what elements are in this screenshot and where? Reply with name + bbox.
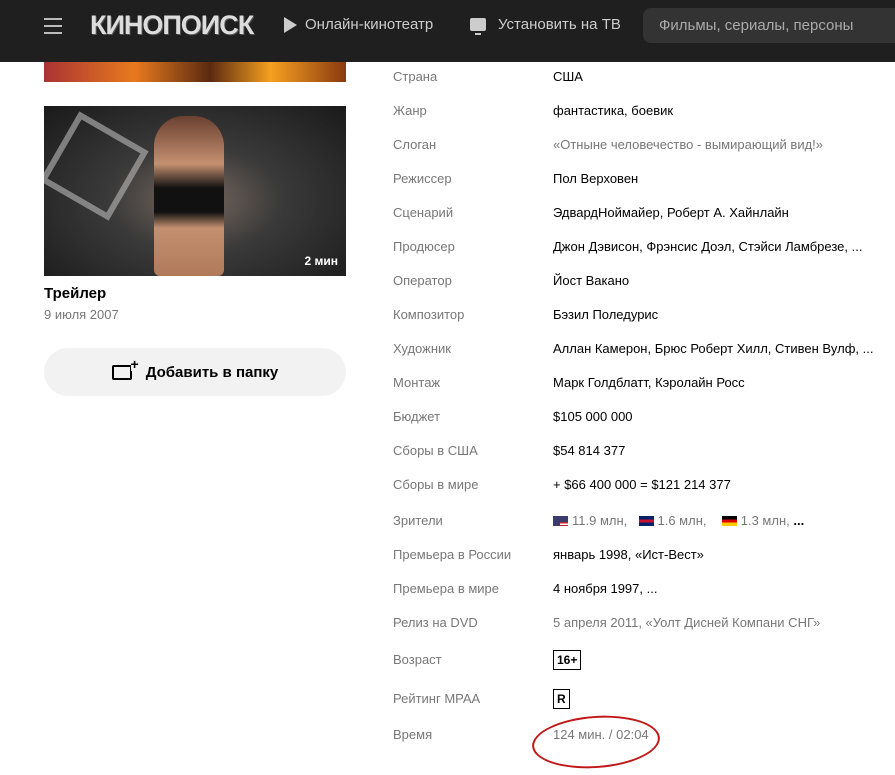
detail-label: Жанр — [393, 103, 427, 118]
detail-label: Бюджет — [393, 409, 441, 424]
detail-label: Страна — [393, 69, 438, 84]
nav-label: Онлайн-кинотеатр — [305, 16, 434, 33]
detail-value[interactable]: $105 000 000 — [553, 407, 633, 427]
detail-row: Премьера в мире 4 ноября 1997, ... — [393, 579, 895, 599]
detail-row: Релиз на DVD 5 апреля 2011, «Уолт Дисней … — [393, 613, 895, 633]
detail-label: Слоган — [393, 137, 437, 152]
detail-label: Художник — [393, 341, 451, 356]
detail-label: Время — [393, 727, 433, 742]
detail-value[interactable]: фантастика, боевик — [553, 101, 673, 121]
detail-row-age: Возраст 16+ — [393, 650, 895, 670]
detail-value: 5 апреля 2011, «Уолт Дисней Компани СНГ» — [553, 615, 821, 630]
detail-row: Режиссер Пол Верховен — [393, 169, 895, 189]
detail-value[interactable]: США — [553, 67, 583, 87]
viewers-value: 1.6 млн, — [657, 513, 707, 528]
detail-label: Премьера в мире — [393, 581, 499, 596]
us-flag-icon — [553, 516, 568, 526]
viewers-value: 11.9 млн, — [572, 513, 628, 528]
header: КИНОПОИСК Онлайн-кинотеатр Установить на… — [0, 0, 895, 62]
detail-row: Композитор Бэзил Поледурис — [393, 305, 895, 325]
detail-value[interactable]: Пол Верховен — [553, 169, 638, 189]
trailer-thumbnail[interactable]: 2 мин — [44, 106, 346, 276]
detail-value[interactable]: ЭдвардНоймайер, Роберт А. Хайнлайн — [553, 203, 789, 223]
detail-label: Сценарий — [393, 205, 454, 220]
play-icon — [284, 16, 297, 33]
detail-label: Сборы в мире — [393, 477, 479, 492]
poster-image[interactable] — [44, 62, 346, 82]
menu-icon[interactable] — [44, 18, 62, 34]
nav-online-cinema[interactable]: Онлайн-кинотеатр — [284, 16, 433, 33]
trailer-title[interactable]: Трейлер — [44, 285, 106, 302]
nav-install-tv[interactable]: Установить на ТВ — [470, 16, 621, 35]
detail-label: Релиз на DVD — [393, 615, 478, 630]
nav-label: Установить на ТВ — [498, 16, 621, 33]
detail-row-viewers: Зрители 11.9 млн, 1.6 млн, 1.3 млн, ... — [393, 511, 895, 531]
search-input[interactable] — [643, 8, 895, 43]
mpaa-badge[interactable]: R — [553, 689, 570, 709]
detail-row: Сценарий ЭдвардНоймайер, Роберт А. Хайнла… — [393, 203, 895, 223]
detail-value[interactable]: Джон Дэвисон, Фрэнсис Доэл, Стэйси Ламбр… — [553, 237, 862, 257]
detail-value[interactable]: Аллан Камерон, Брюс Роберт Хилл, Стивен … — [553, 339, 873, 359]
add-to-folder-button[interactable]: Добавить в папку — [44, 348, 346, 396]
detail-row: Бюджет $105 000 000 — [393, 407, 895, 427]
scene-decor — [44, 111, 149, 221]
folder-add-icon — [111, 356, 139, 380]
detail-row: Страна США — [393, 67, 895, 87]
detail-row: Жанр фантастика, боевик — [393, 101, 895, 121]
logo[interactable]: КИНОПОИСК — [90, 10, 254, 41]
detail-row-mpaa: Рейтинг MPAA R — [393, 689, 895, 709]
detail-row: Сборы в мире + $66 400 000 = $121 214 377 — [393, 475, 895, 495]
viewers-more-link[interactable]: ... — [793, 513, 804, 528]
detail-row: Продюсер Джон Дэвисон, Фрэнсис Доэл, Стэй… — [393, 237, 895, 257]
detail-value: «Отныне человечество - вымирающий вид!» — [553, 137, 824, 152]
de-flag-icon — [721, 516, 737, 526]
detail-label: Композитор — [393, 307, 465, 322]
trailer-duration: 2 мин — [304, 254, 338, 268]
detail-row: Художник Аллан Камерон, Брюс Роберт Хилл,… — [393, 339, 895, 359]
detail-value: 11.9 млн, 1.6 млн, 1.3 млн, ... — [553, 511, 804, 531]
detail-row: Слоган «Отныне человечество - вымирающий … — [393, 135, 895, 155]
detail-value[interactable]: + $66 400 000 = $121 214 377 — [553, 475, 731, 495]
detail-label: Зрители — [393, 513, 443, 528]
detail-label: Оператор — [393, 273, 452, 288]
detail-label: Рейтинг MPAA — [393, 691, 481, 706]
detail-value[interactable]: Йост Вакано — [553, 271, 629, 291]
detail-value[interactable]: Бэзил Поледурис — [553, 305, 658, 325]
uk-flag-icon — [638, 516, 654, 526]
detail-value[interactable]: 4 ноября 1997, ... — [553, 579, 657, 599]
age-badge: 16+ — [553, 650, 582, 670]
detail-value[interactable]: Марк Голдблатт, Кэролайн Росс — [553, 373, 745, 393]
trailer-date: 9 июля 2007 — [44, 307, 119, 322]
detail-label: Сборы в США — [393, 443, 478, 458]
detail-label: Режиссер — [393, 171, 452, 186]
detail-label: Возраст — [393, 652, 442, 667]
scene-figure — [154, 116, 224, 276]
detail-label: Монтаж — [393, 375, 441, 390]
detail-value[interactable]: $54 814 377 — [553, 441, 625, 461]
detail-row: Сборы в США $54 814 377 — [393, 441, 895, 461]
detail-row: Оператор Йост Вакано — [393, 271, 895, 291]
detail-label: Премьера в России — [393, 547, 512, 562]
button-label: Добавить в папку — [145, 363, 279, 381]
detail-row: Монтаж Марк Голдблатт, Кэролайн Росс — [393, 373, 895, 393]
viewers-value: 1.3 млн, — [740, 513, 790, 528]
detail-row: Премьера в России январь 1998, «Ист-Вест» — [393, 545, 895, 565]
detail-value[interactable]: январь 1998, «Ист-Вест» — [553, 545, 704, 565]
red-annotation-circle — [530, 711, 662, 773]
detail-label: Продюсер — [393, 239, 455, 254]
tv-icon — [470, 18, 486, 35]
